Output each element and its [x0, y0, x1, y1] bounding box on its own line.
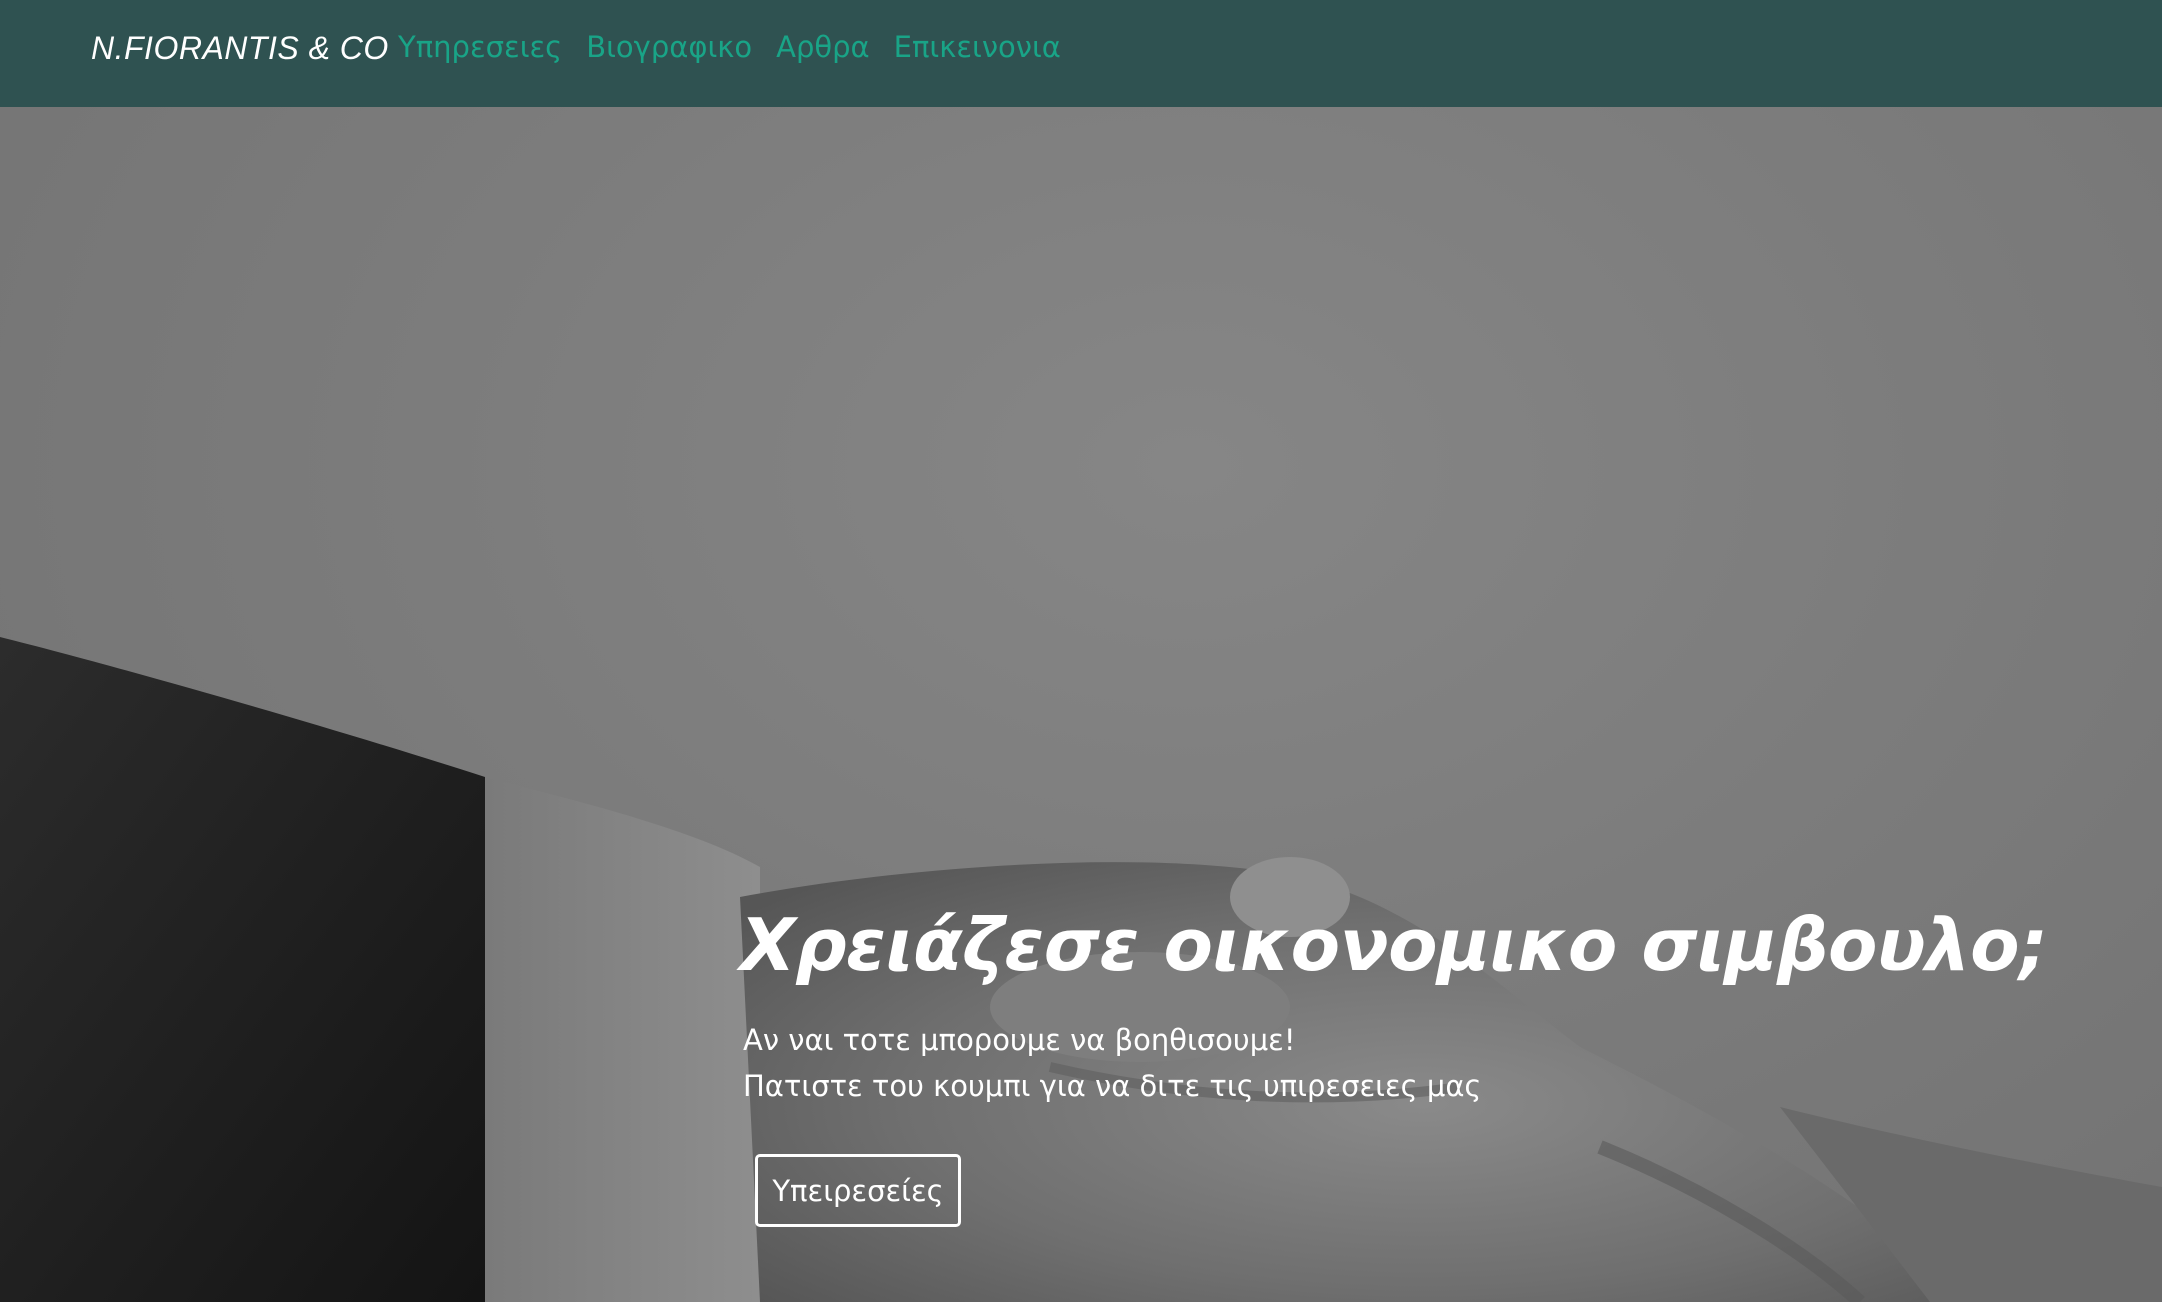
- hero-subtitle-line-2: Πατιστε του κουμπι για να διτε τις υπιρε…: [743, 1069, 1482, 1103]
- hero-subtitle: Αν ναι τοτε μπορουμε να βοηθισουμε! Πατι…: [743, 1017, 1481, 1109]
- navbar: N.FIORANTIS & CO Υπηρεσειες Βιογραφικο Α…: [0, 0, 2162, 107]
- hero-title: Χρειάζεσε οικονομικο σιμβουλο;: [740, 903, 2048, 987]
- page: N.FIORANTIS & CO Υπηρεσειες Βιογραφικο Α…: [0, 0, 2162, 1302]
- brand-logo-link[interactable]: N.FIORANTIS & CO: [91, 30, 389, 67]
- nav-link-services[interactable]: Υπηρεσειες: [398, 30, 562, 64]
- nav-link-contact[interactable]: Επικεινονια: [894, 30, 1061, 64]
- nav-link-articles[interactable]: Αρθρα: [776, 30, 870, 64]
- nav-links: Υπηρεσειες Βιογραφικο Αρθρα Επικεινονια: [398, 30, 1061, 64]
- hero-subtitle-line-1: Αν ναι τοτε μπορουμε να βοηθισουμε!: [743, 1023, 1296, 1057]
- shirt-cuff-shape: [485, 777, 760, 1302]
- hero-section: Χρειάζεσε οικονομικο σιμβουλο; Αν ναι το…: [0, 107, 2162, 1302]
- nav-link-biography[interactable]: Βιογραφικο: [586, 30, 752, 64]
- hero-background-image: [0, 637, 2162, 1302]
- services-button[interactable]: Υπειρεσείες: [755, 1154, 961, 1227]
- suit-sleeve-shape: [0, 637, 485, 1302]
